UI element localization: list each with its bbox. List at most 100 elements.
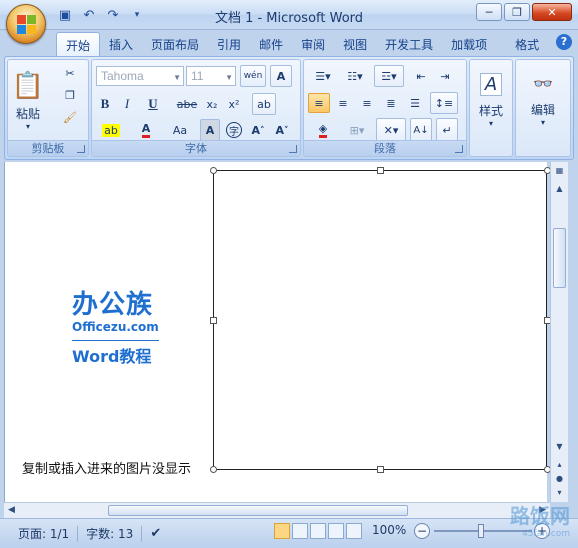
- vertical-scrollbar[interactable]: ▦ ▲ ▼ ▴ ● ▾: [550, 162, 568, 502]
- borders-button[interactable]: ⊞▾: [342, 119, 372, 141]
- horizontal-scroll-thumb[interactable]: [108, 505, 408, 516]
- distribute-icon: ☰: [410, 96, 420, 110]
- phonetic-guide-button[interactable]: wén: [240, 65, 266, 87]
- tab-view[interactable]: 视图: [334, 32, 376, 56]
- cut-button[interactable]: ✂: [60, 64, 80, 82]
- scroll-down-icon[interactable]: ▼: [553, 442, 566, 455]
- format-painter-button[interactable]: 🖌: [60, 108, 80, 126]
- horizontal-scrollbar[interactable]: ◀ ▶: [4, 502, 550, 518]
- clipboard-group: 📋 粘贴 ▾ ✂ ❐ 🖌 剪贴板: [7, 59, 89, 157]
- bold-button[interactable]: B: [96, 94, 114, 114]
- font-color-button[interactable]: A: [132, 120, 160, 140]
- zoom-level[interactable]: 100%: [372, 523, 406, 537]
- font-launcher-icon[interactable]: [289, 145, 297, 153]
- scissors-icon: ✂: [65, 66, 75, 80]
- image-placeholder-frame[interactable]: [213, 170, 547, 470]
- font-size-input[interactable]: 11 ▼: [186, 66, 236, 86]
- outline-view-icon[interactable]: [328, 523, 344, 539]
- office-button[interactable]: [6, 4, 46, 44]
- minimize-button[interactable]: ─: [476, 3, 502, 21]
- multilevel-list-button[interactable]: ☲▾: [374, 65, 404, 87]
- resize-handle-bottom[interactable]: [377, 466, 384, 473]
- highlight-button[interactable]: ab: [96, 120, 126, 140]
- resize-handle-left[interactable]: [210, 317, 217, 324]
- indent-icon: ⇥: [440, 69, 450, 83]
- clipboard-launcher-icon[interactable]: [77, 145, 85, 153]
- grow-font-button[interactable]: A ˄: [248, 119, 268, 141]
- tab-home[interactable]: 开始: [56, 32, 101, 56]
- paragraph-mark-icon: ↵: [442, 123, 452, 137]
- ribbon-tabs: 开始 插入 页面布局 引用 邮件 审阅 视图 开发工具 加载项 格式: [56, 32, 548, 56]
- enclose-char-button[interactable]: 字: [224, 119, 244, 141]
- font-name-input[interactable]: Tahoma ▼: [96, 66, 184, 86]
- copy-button[interactable]: ❐: [60, 86, 80, 104]
- align-center-button[interactable]: ≡: [332, 93, 354, 113]
- line-spacing-button[interactable]: ↕≡: [430, 92, 458, 114]
- tab-addins[interactable]: 加载项: [442, 32, 496, 56]
- proofing-icon[interactable]: ✔: [150, 526, 161, 541]
- justify-button[interactable]: ≣: [380, 93, 402, 113]
- clear-format-button[interactable]: A: [270, 65, 292, 87]
- bullets-button[interactable]: ☰▾: [308, 66, 338, 86]
- show-marks-button[interactable]: ↵: [436, 118, 458, 142]
- align-left-button[interactable]: ≡: [308, 93, 330, 113]
- resize-handle-top-left[interactable]: [210, 167, 217, 174]
- tab-developer[interactable]: 开发工具: [376, 32, 442, 56]
- paste-button[interactable]: 📋 粘贴 ▾: [10, 64, 46, 138]
- distribute-button[interactable]: ☰: [404, 93, 426, 113]
- tab-page-layout[interactable]: 页面布局: [142, 32, 208, 56]
- scroll-up-icon[interactable]: ▲: [553, 184, 566, 197]
- word-count[interactable]: 字数: 13: [86, 525, 133, 542]
- vertical-scroll-thumb[interactable]: [553, 228, 566, 288]
- superscript-button[interactable]: x²: [224, 94, 244, 114]
- scroll-left-icon[interactable]: ◀: [8, 505, 15, 515]
- resize-handle-bottom-left[interactable]: [210, 466, 217, 473]
- divider: [77, 525, 79, 542]
- print-layout-view-icon[interactable]: [274, 523, 290, 539]
- zoom-out-icon[interactable]: −: [414, 523, 430, 539]
- tab-mailings[interactable]: 邮件: [250, 32, 292, 56]
- numbering-button[interactable]: ☷▾: [340, 66, 370, 86]
- shrink-font-button[interactable]: A ˅: [272, 119, 292, 141]
- subscript-button[interactable]: x₂: [202, 94, 222, 114]
- tab-review[interactable]: 审阅: [292, 32, 334, 56]
- styles-button[interactable]: A 样式 ▾: [472, 64, 510, 136]
- editing-button[interactable]: 👓 编辑 ▾: [518, 64, 568, 136]
- browse-object-icon[interactable]: ●: [553, 474, 566, 487]
- shading-button[interactable]: ◈: [308, 119, 338, 141]
- logo-url-text: Officezu.com: [72, 320, 159, 334]
- tab-insert[interactable]: 插入: [100, 32, 142, 56]
- strikethrough-button[interactable]: abe: [174, 94, 200, 114]
- paragraph-launcher-icon[interactable]: [455, 145, 463, 153]
- char-shading-button[interactable]: A: [200, 119, 220, 141]
- decrease-indent-button[interactable]: ⇤: [410, 66, 432, 86]
- outdent-icon: ⇤: [416, 69, 426, 83]
- chinese-layout-button[interactable]: ✕▾: [376, 118, 406, 142]
- styles-icon: A: [479, 72, 503, 96]
- previous-page-icon[interactable]: ▴: [553, 460, 566, 473]
- tab-references[interactable]: 引用: [208, 32, 250, 56]
- restore-button[interactable]: ❐: [504, 3, 530, 21]
- text-effects-button[interactable]: ab: [252, 93, 276, 115]
- increase-indent-button[interactable]: ⇥: [434, 66, 456, 86]
- align-right-button[interactable]: ≡: [356, 93, 378, 113]
- full-screen-reading-view-icon[interactable]: [292, 523, 308, 539]
- tab-format[interactable]: 格式: [506, 32, 548, 56]
- ruler-toggle-icon[interactable]: ▦: [553, 166, 566, 179]
- sort-icon: A↓: [413, 124, 429, 136]
- zoom-slider-thumb[interactable]: [478, 524, 484, 538]
- sort-button[interactable]: A↓: [410, 118, 432, 142]
- close-button[interactable]: ✕: [532, 3, 572, 21]
- page-count[interactable]: 页面: 1/1: [18, 525, 69, 542]
- chevron-down-icon: ▼: [225, 73, 233, 82]
- resize-handle-top[interactable]: [377, 167, 384, 174]
- italic-button[interactable]: I: [118, 94, 136, 114]
- document-text[interactable]: 复制或插入进来的图片没显示: [22, 458, 191, 477]
- help-icon[interactable]: ?: [556, 34, 572, 50]
- watermark-url: 45fan.com: [522, 529, 570, 539]
- change-case-button[interactable]: Aa: [164, 120, 196, 140]
- draft-view-icon[interactable]: [346, 523, 362, 539]
- web-layout-view-icon[interactable]: [310, 523, 326, 539]
- underline-button[interactable]: U: [140, 94, 166, 114]
- number-list-icon: ☷▾: [347, 69, 363, 83]
